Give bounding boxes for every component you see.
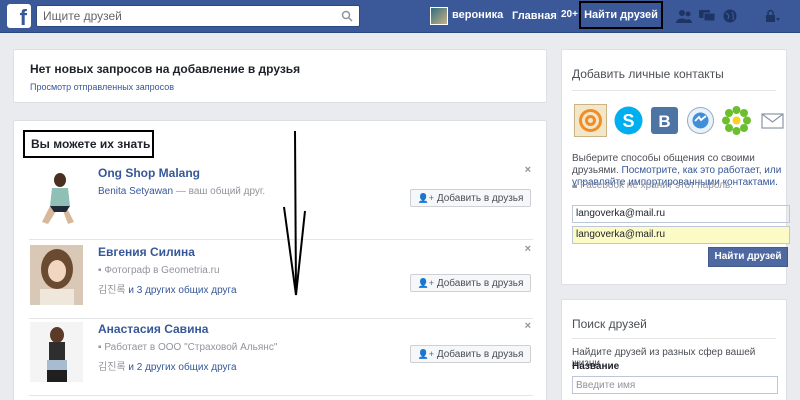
add-contacts-panel: Добавить личные контакты S B Выберите сп… xyxy=(561,49,790,285)
add-friend-button[interactable]: 👤+ Добавить в друзья xyxy=(410,345,531,363)
name-search-input[interactable] xyxy=(572,376,778,394)
no-requests-title: Нет новых запросов на добавление в друзь… xyxy=(30,62,301,76)
dismiss-suggestion-button[interactable]: × xyxy=(525,164,531,176)
name-label: Название xyxy=(572,361,620,372)
pymk-title: Вы можете их знать xyxy=(23,130,154,158)
profile-photo[interactable] xyxy=(30,245,83,305)
work-info: ▪ Фотограф в Geometria.ru xyxy=(98,265,220,276)
password-note: 🔒︎ Facebook не хранит этот пароль. xyxy=(572,180,734,191)
down-arrow-annotation xyxy=(283,130,306,296)
add-friend-icon: 👤+ xyxy=(417,278,435,288)
mutual-friend-link[interactable]: Benita Setyawan xyxy=(98,186,173,197)
person-name-link[interactable]: Ong Shop Malang xyxy=(98,166,200,180)
divider xyxy=(572,338,776,339)
search-box[interactable] xyxy=(36,5,360,27)
email-field[interactable]: langoverka@mail.ru xyxy=(572,205,790,223)
friend-requests-icon[interactable] xyxy=(676,9,692,23)
skype-icon[interactable]: S xyxy=(612,104,645,137)
person-name-link[interactable]: Анастасия Савина xyxy=(98,322,208,336)
mutual-friend-text: Benita Setyawan — ваш общий друг. xyxy=(98,186,266,197)
mutual-friends-link[interactable]: 김진록 и 2 других общих друга xyxy=(98,358,237,373)
envelope-icon[interactable] xyxy=(756,104,789,137)
svg-text:B: B xyxy=(658,112,670,131)
facebook-logo[interactable]: f xyxy=(7,4,31,28)
lock-icon: 🔒︎ xyxy=(572,180,578,191)
user-avatar[interactable] xyxy=(430,7,448,25)
dismiss-suggestion-button[interactable]: × xyxy=(525,320,531,332)
mail-ru-icon[interactable] xyxy=(574,104,607,137)
messenger-icon[interactable] xyxy=(684,104,717,137)
add-friend-icon: 👤+ xyxy=(417,193,435,203)
privacy-lock-icon[interactable] xyxy=(764,9,780,23)
contacts-title: Добавить личные контакты xyxy=(572,67,724,81)
search-icon[interactable] xyxy=(341,10,353,22)
suggestion-row: Анастасия Савина ▪ Работает в ООО "Страх… xyxy=(29,320,533,396)
profile-photo[interactable] xyxy=(30,166,83,226)
person-name-link[interactable]: Евгения Силина xyxy=(98,245,195,259)
password-field[interactable]: langoverka@mail.ru xyxy=(572,226,790,244)
work-info: ▪ Работает в ООО "Страховой Альянс" xyxy=(98,342,278,353)
find-friends-nav-button[interactable]: Найти друзей xyxy=(579,1,663,29)
add-friend-button[interactable]: 👤+ Добавить в друзья xyxy=(410,189,531,207)
dismiss-suggestion-button[interactable]: × xyxy=(525,243,531,255)
mutual-friends-link[interactable]: 김진록 и 3 других общих друга xyxy=(98,281,237,296)
find-friends-button[interactable]: Найти друзей xyxy=(708,247,788,267)
svg-text:S: S xyxy=(622,111,634,131)
home-link[interactable]: Главная xyxy=(512,10,557,22)
friend-requests-panel: Нет новых запросов на добавление в друзь… xyxy=(13,49,547,103)
vkontakte-icon[interactable]: B xyxy=(648,104,681,137)
add-friend-icon: 👤+ xyxy=(417,349,435,359)
notifications-globe-icon[interactable] xyxy=(722,9,738,23)
search-input[interactable] xyxy=(37,6,327,26)
add-friend-button[interactable]: 👤+ Добавить в друзья xyxy=(410,274,531,292)
top-bar: f вероника Главная 20+ Найти друзей xyxy=(0,0,800,33)
search-friends-panel: Поиск друзей Найдите друзей из разных сф… xyxy=(561,299,787,400)
profile-photo[interactable] xyxy=(30,322,83,382)
icq-icon[interactable] xyxy=(720,104,753,137)
user-name-link[interactable]: вероника xyxy=(452,9,503,21)
search-friends-title: Поиск друзей xyxy=(572,317,647,331)
sent-requests-link[interactable]: Просмотр отправленных запросов xyxy=(30,82,174,92)
divider xyxy=(572,90,776,91)
messages-icon[interactable] xyxy=(699,9,715,23)
home-count-badge: 20+ xyxy=(557,9,578,20)
